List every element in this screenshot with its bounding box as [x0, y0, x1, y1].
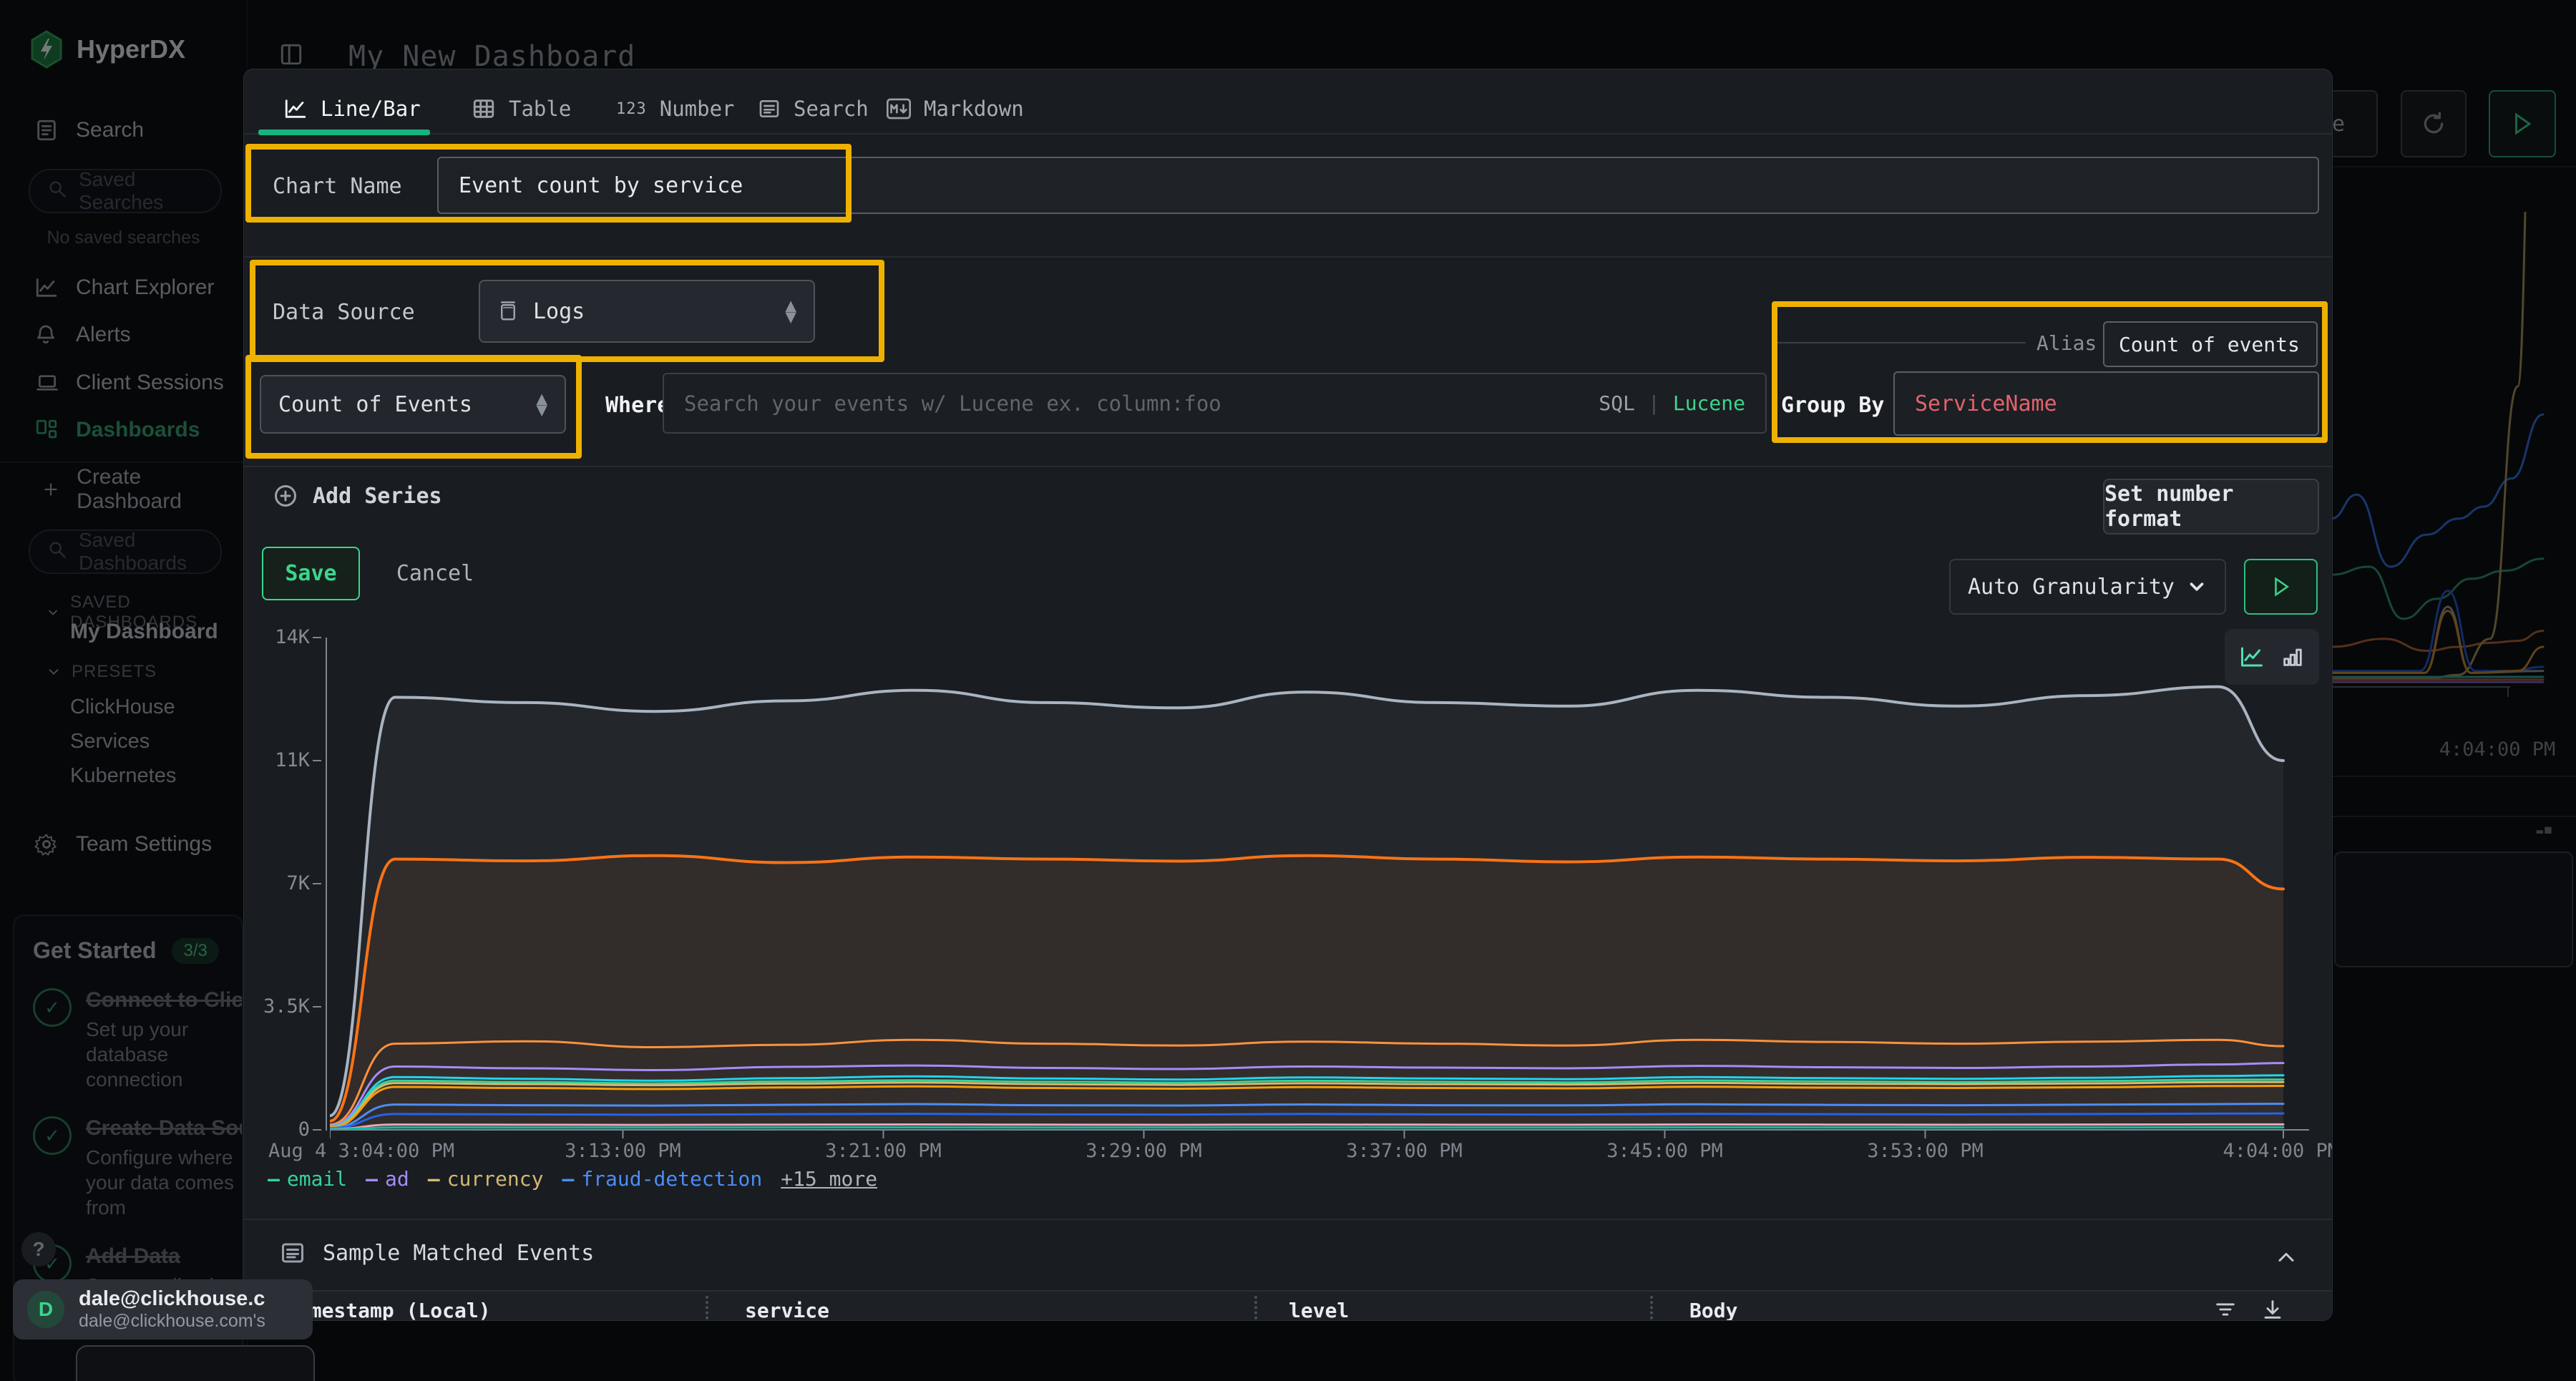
tab-table[interactable]: Table	[472, 87, 571, 131]
sql-mode-toggle[interactable]: SQL	[1599, 391, 1635, 415]
column-header[interactable]: level	[1289, 1299, 1349, 1321]
tabs-divider	[244, 133, 2332, 135]
tab-label: Line/Bar	[321, 97, 421, 121]
play-icon	[2272, 576, 2290, 597]
data-source-label: Data Source	[273, 300, 415, 325]
legend-swatch: —	[428, 1167, 440, 1191]
list-icon	[758, 97, 781, 120]
filter-icon[interactable]	[2213, 1297, 2238, 1321]
group-by-label: Group By	[1781, 393, 1885, 418]
y-axis-labels: 03.5K7K11K14K	[244, 638, 323, 1130]
screen: My New Dashboard ve 4:04:00 PM HyperDX	[0, 0, 2576, 1381]
plus-circle-icon	[273, 483, 298, 509]
123-icon: 123	[616, 100, 647, 118]
table-icon	[472, 97, 496, 121]
group-by-input[interactable]	[1893, 371, 2319, 436]
legend-more-link[interactable]: +15 more	[781, 1167, 877, 1191]
legend-label: ad	[385, 1167, 409, 1191]
legend-label: fraud-detection	[581, 1167, 762, 1191]
tab-number[interactable]: 123 Number	[616, 87, 735, 131]
column-separator[interactable]	[706, 1296, 708, 1321]
download-icon[interactable]	[2260, 1297, 2285, 1321]
tab-label: Number	[660, 97, 735, 121]
tab-label: Search	[794, 97, 869, 121]
x-axis-labels: Aug 4 3:04:00 PM3:13:00 PM3:21:00 PM3:29…	[330, 1140, 2283, 1168]
alias-label: Alias	[2036, 331, 2097, 355]
y-axis-line	[326, 638, 327, 1131]
granularity-value: Auto Granularity	[1968, 575, 2175, 600]
legend-swatch: —	[366, 1167, 378, 1191]
legend-item[interactable]: — fraud-detection	[562, 1167, 762, 1191]
alias-connector-line	[1774, 342, 2026, 343]
aggregation-select[interactable]: Count of Events ▲▼	[260, 375, 566, 434]
chart-name-input[interactable]	[437, 157, 2319, 214]
lucene-mode-toggle[interactable]: Lucene	[1673, 391, 1745, 415]
series-chart	[330, 638, 2309, 1140]
tab-label: Table	[509, 97, 571, 121]
row-divider	[244, 256, 2332, 258]
set-number-format-button[interactable]: Set number format	[2103, 479, 2319, 535]
legend-item[interactable]: — ad	[366, 1167, 409, 1191]
line-chart-icon	[283, 97, 308, 121]
where-input[interactable]: Search your events w/ Lucene ex. column:…	[663, 373, 1767, 434]
database-icon	[497, 299, 519, 323]
legend-label: currency	[447, 1167, 544, 1191]
chevron-down-icon	[2186, 576, 2207, 597]
sample-events-title: Sample Matched Events	[323, 1241, 594, 1266]
row-divider	[244, 466, 2332, 467]
data-source-select[interactable]: Logs ▲▼	[479, 280, 815, 343]
data-source-value: Logs	[533, 299, 585, 324]
legend-swatch: —	[268, 1167, 280, 1191]
where-placeholder: Search your events w/ Lucene ex. column:…	[684, 391, 1221, 416]
legend-swatch: —	[562, 1167, 574, 1191]
legend-label: email	[287, 1167, 347, 1191]
events-list-icon	[280, 1240, 306, 1266]
preview-run-button[interactable]	[2244, 559, 2318, 615]
add-series-button[interactable]: Add Series	[273, 483, 442, 509]
chart-name-label: Chart Name	[273, 174, 402, 199]
tab-markdown[interactable]: Markdown	[887, 87, 1024, 131]
save-button[interactable]: Save	[262, 547, 360, 600]
where-label: Where	[605, 393, 670, 418]
legend-item[interactable]: — email	[268, 1167, 347, 1191]
tab-search[interactable]: Search	[758, 87, 869, 131]
section-divider	[244, 1219, 2332, 1220]
alias-input[interactable]	[2103, 321, 2318, 367]
column-header[interactable]: Timestamp (Local)	[286, 1299, 491, 1321]
column-separator[interactable]	[1650, 1296, 1653, 1321]
tab-line-bar[interactable]: Line/Bar	[283, 87, 421, 131]
collapse-section-icon[interactable]	[2273, 1244, 2299, 1273]
granularity-select[interactable]: Auto Granularity	[1949, 559, 2226, 615]
column-header[interactable]: service	[745, 1299, 829, 1321]
legend-item[interactable]: — currency	[428, 1167, 544, 1191]
chart-legend: — email — ad — currency — fraud-detection +1…	[268, 1167, 877, 1191]
select-chevrons-icon: ▲▼	[536, 391, 547, 418]
chart-editor-modal: Line/Bar Table 123 Number Search Markdow…	[243, 69, 2333, 1321]
mode-separator: |	[1648, 391, 1660, 415]
markdown-icon	[887, 98, 911, 119]
tab-label: Markdown	[924, 97, 1024, 121]
select-chevrons-icon: ▲▼	[785, 298, 796, 325]
table-header-row: Timestamp (Local) service level Body	[244, 1290, 2332, 1321]
active-tab-underline	[258, 130, 430, 135]
column-separator[interactable]	[1254, 1296, 1257, 1321]
aggregation-value: Count of Events	[278, 392, 472, 417]
cancel-button[interactable]: Cancel	[389, 547, 482, 600]
column-header[interactable]: Body	[1689, 1299, 1737, 1321]
add-series-label: Add Series	[313, 484, 442, 509]
